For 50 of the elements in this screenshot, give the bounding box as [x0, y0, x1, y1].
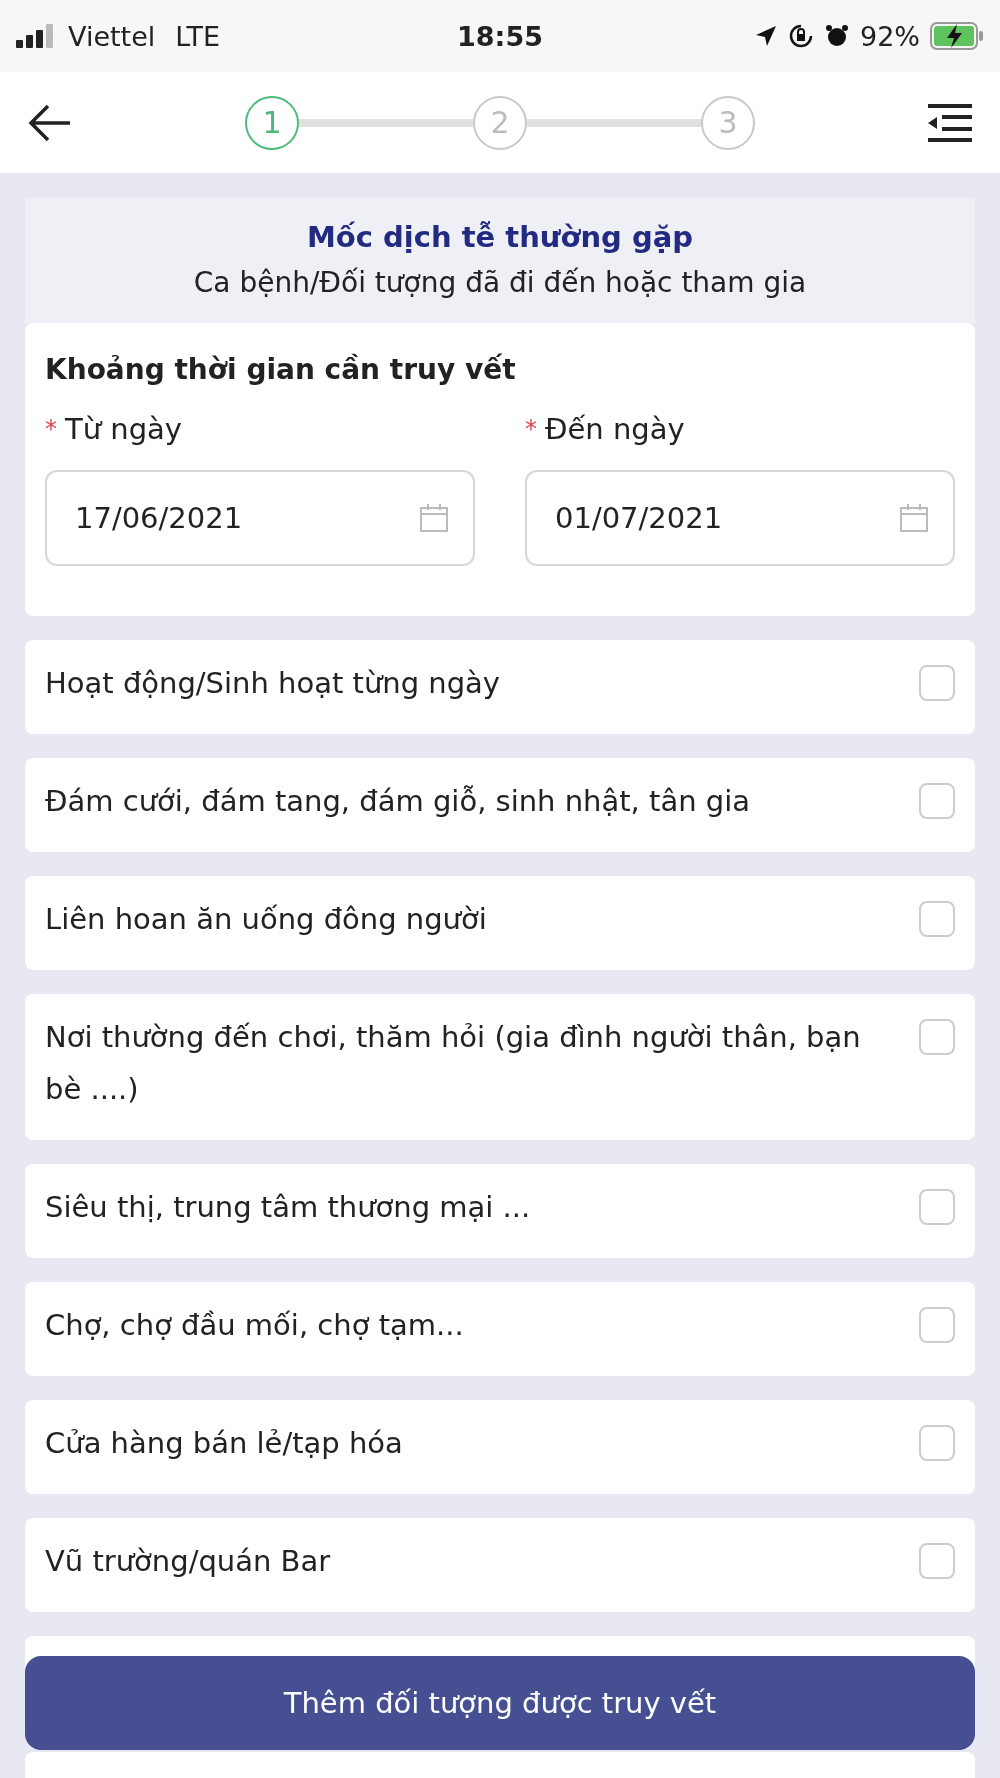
checkbox[interactable] [919, 783, 955, 819]
checkbox[interactable] [919, 665, 955, 701]
step-indicator: 1 [245, 95, 299, 150]
card-title: Khoảng thời gian cần truy vết [45, 353, 516, 386]
signal-icon [16, 24, 56, 48]
clock-time: 18:55 [457, 20, 543, 52]
step-indicator: 3 [701, 95, 755, 150]
option-row[interactable]: Siêu thị, trung tâm thương mại ... [25, 1164, 975, 1258]
field-label: Đến ngày [545, 412, 685, 446]
location-arrow-icon [754, 24, 778, 48]
section-title: Mốc dịch tễ thường gặp [307, 220, 693, 254]
calendar-icon[interactable] [419, 503, 449, 533]
option-label: Đám cưới, đám tang, đám giỗ, sinh nhật, tân gia [45, 783, 752, 820]
checkbox[interactable] [919, 1543, 955, 1579]
checkbox[interactable] [919, 1307, 955, 1343]
date-field[interactable]: 17/06/2021 [45, 470, 475, 566]
option-row[interactable]: Vũ trường/quán Bar [25, 1518, 975, 1612]
checkbox[interactable] [919, 1425, 955, 1461]
option-label: Hoạt động/Sinh hoạt từng ngày [45, 665, 502, 702]
alarm-icon [824, 23, 850, 49]
option-label: Siêu thị, trung tâm thương mại ... [45, 1189, 532, 1226]
date-field[interactable]: 01/07/2021 [525, 470, 955, 566]
field-label: Từ ngày [65, 412, 183, 446]
step-indicator: 2 [473, 95, 527, 150]
option-label: Cửa hàng bán lẻ/tạp hóa [45, 1425, 404, 1462]
option-row[interactable]: Hoạt động/Sinh hoạt từng ngày [25, 640, 975, 734]
battery-charging-icon [930, 22, 984, 50]
checkbox[interactable] [919, 1019, 955, 1055]
battery-percent: 92% [860, 20, 920, 52]
option-row[interactable]: Nơi thường đến chơi, thăm hỏi (gia đình người thân, bạn bè ....) [25, 994, 975, 1140]
option-row[interactable]: Đám cưới, đám tang, đám giỗ, sinh nhật, tân gia [25, 758, 975, 852]
add-button[interactable]: Thêm đối tượng được truy vết [25, 1656, 975, 1750]
option-label: Vũ trường/quán Bar [45, 1543, 332, 1580]
rotation-lock-icon [788, 23, 814, 49]
section-subtitle: Ca bệnh/Đối tượng đã đi đến hoặc tham gia [193, 266, 807, 299]
required-mark: * [525, 415, 537, 443]
checkbox[interactable] [919, 901, 955, 937]
back-arrow-icon[interactable] [28, 102, 72, 143]
option-label: Chợ, chợ đầu mối, chợ tạm... [45, 1307, 465, 1344]
checkbox[interactable] [919, 1189, 955, 1225]
option-row[interactable]: Chợ, chợ đầu mối, chợ tạm... [25, 1282, 975, 1376]
menu-icon[interactable] [928, 103, 972, 142]
carrier-name: Viettel [68, 20, 156, 52]
required-mark: * [45, 415, 57, 443]
calendar-icon[interactable] [899, 503, 929, 533]
option-row[interactable]: Cửa hàng bán lẻ/tạp hóa [25, 1400, 975, 1494]
option-label: Nơi thường đến chơi, thăm hỏi (gia đình người thân, bạn bè ....) [45, 1019, 862, 1108]
option-row[interactable]: Liên hoan ăn uống đông người [25, 876, 975, 970]
option-label: Liên hoan ăn uống đông người [45, 901, 488, 938]
network-type: LTE [175, 20, 221, 52]
